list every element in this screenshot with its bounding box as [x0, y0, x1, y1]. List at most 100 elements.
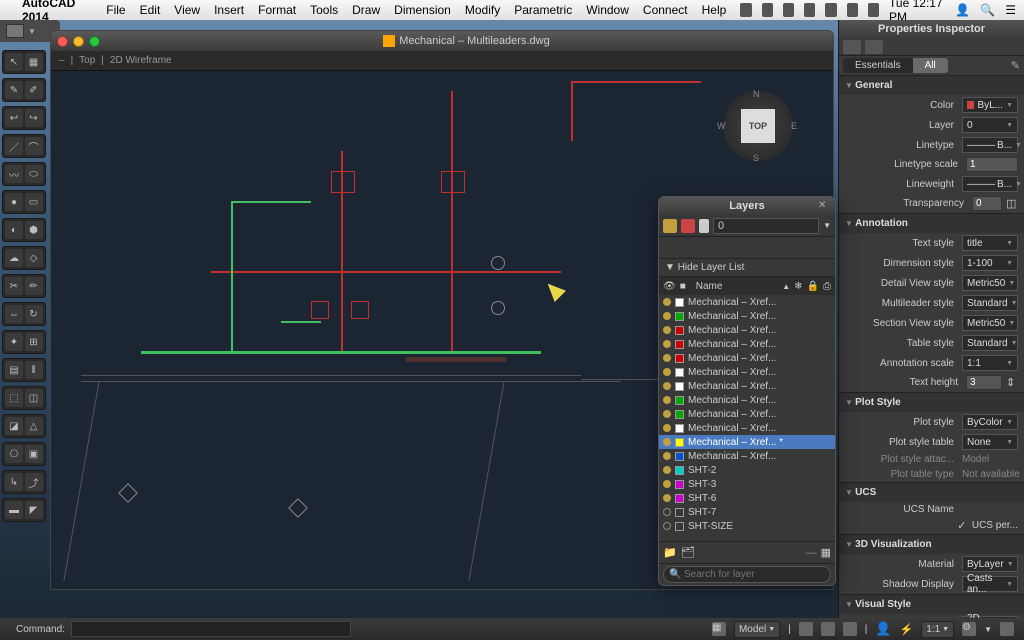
tool-button[interactable]: ↳	[5, 473, 23, 491]
edit-icon[interactable]: ✎	[1011, 59, 1020, 72]
layer-visibility-icon[interactable]	[663, 326, 671, 334]
zoom-icon[interactable]	[89, 36, 100, 47]
tool-button[interactable]: ↻	[25, 305, 43, 323]
menu-help[interactable]: Help	[702, 3, 727, 17]
menuextra-icon[interactable]	[762, 3, 773, 17]
layer-visibility-icon[interactable]	[663, 368, 671, 376]
layer-visibility-icon[interactable]	[663, 340, 671, 348]
linetype-dropdown[interactable]: ——— B...▼	[962, 137, 1018, 153]
layer-visibility-icon[interactable]	[663, 354, 671, 362]
layer-row[interactable]: Mechanical – Xref...	[659, 393, 835, 407]
tool-button[interactable]: ▣	[25, 445, 43, 463]
tool-button[interactable]: ☁	[5, 249, 23, 267]
tool-button[interactable]: ⇔	[5, 305, 23, 323]
annotation-scale[interactable]: 1:1 ▼	[921, 621, 954, 638]
layer-color-swatch[interactable]	[675, 340, 684, 349]
layer-row[interactable]: Mechanical – Xref...	[659, 309, 835, 323]
tool-button[interactable]: ↩	[5, 109, 23, 127]
tool-button[interactable]: ◫	[25, 389, 43, 407]
design-feed-tab-icon[interactable]	[865, 40, 883, 54]
layer-visibility-icon[interactable]	[663, 522, 671, 530]
layer-visibility-icon[interactable]	[663, 382, 671, 390]
layer-row[interactable]: Mechanical – Xref...	[659, 449, 835, 463]
menuextra-icon[interactable]	[825, 3, 836, 17]
close-icon[interactable]	[57, 36, 68, 47]
layer-color-icon[interactable]	[681, 219, 695, 233]
tool-button[interactable]: ●	[5, 193, 23, 211]
menu-tools[interactable]: Tools	[310, 3, 338, 17]
layer-color-swatch[interactable]	[675, 298, 684, 307]
layer-row[interactable]: Mechanical – Xref...	[659, 351, 835, 365]
tool-button[interactable]: ⌒	[25, 137, 43, 155]
menu-edit[interactable]: Edit	[140, 3, 161, 17]
viewcube-face[interactable]: TOP	[741, 109, 775, 143]
layer-visibility-icon[interactable]	[663, 438, 671, 446]
tool-button[interactable]: ⬢	[25, 221, 43, 239]
section-style-dropdown[interactable]: Metric50▼	[962, 315, 1018, 331]
layer-visibility-icon[interactable]	[663, 508, 671, 516]
color-dropdown[interactable]: ByL...▼	[962, 97, 1018, 113]
tool-button[interactable]: ⤴	[25, 473, 43, 491]
tool-button[interactable]: ⬚	[5, 389, 23, 407]
notification-center-icon[interactable]: ☰	[1005, 3, 1016, 17]
layer-color-swatch[interactable]	[675, 354, 684, 363]
layer-settings-icon[interactable]: ▦	[821, 546, 831, 559]
name-header[interactable]: Name	[696, 281, 778, 292]
menu-draw[interactable]: Draw	[352, 3, 380, 17]
layer-row[interactable]: Mechanical – Xref... *	[659, 435, 835, 449]
annotation-autoscale-icon[interactable]: ⚡	[900, 623, 914, 636]
layer-color-swatch[interactable]	[675, 452, 684, 461]
menu-parametric[interactable]: Parametric	[514, 3, 572, 17]
battery-icon[interactable]	[868, 3, 879, 17]
tool-button[interactable]: ✎	[5, 81, 23, 99]
layer-color-swatch[interactable]	[675, 494, 684, 503]
material-dropdown[interactable]: ByLayer▼	[962, 556, 1018, 572]
layer-visibility-icon[interactable]	[663, 396, 671, 404]
layer-color-swatch[interactable]	[675, 508, 684, 517]
layer-color-swatch[interactable]	[675, 522, 684, 531]
menuextra-icon[interactable]	[740, 3, 751, 17]
layer-search-input[interactable]	[663, 566, 831, 583]
layer-row[interactable]: Mechanical – Xref...	[659, 323, 835, 337]
lineweight-dropdown[interactable]: ——— B...▼	[962, 176, 1018, 192]
layer-row[interactable]: SHT-6	[659, 491, 835, 505]
tool-button[interactable]: ✂	[5, 277, 23, 295]
tool-button[interactable]: ／	[5, 137, 23, 155]
detail-style-dropdown[interactable]: Metric50▼	[962, 275, 1018, 291]
spotlight-icon[interactable]: 🔍	[980, 3, 995, 17]
view-cube[interactable]: TOP N E S W	[723, 91, 793, 161]
tool-button[interactable]: ✦	[5, 333, 23, 351]
tool-button[interactable]: ▤	[5, 361, 23, 379]
layer-visibility-icon[interactable]	[663, 410, 671, 418]
tool-button[interactable]: ⫴	[25, 361, 43, 379]
tool-button[interactable]: ◐	[5, 221, 23, 239]
viewport-toolbar[interactable]: – | Top | 2D Wireframe	[51, 51, 833, 71]
lock-header-icon[interactable]: 🔒	[807, 281, 819, 292]
layout-tabs-icon[interactable]: ▦	[712, 622, 726, 636]
tool-button[interactable]: ◪	[5, 417, 23, 435]
layer-visibility-icon[interactable]	[663, 452, 671, 460]
menu-view[interactable]: View	[174, 3, 200, 17]
status-grid-icon[interactable]	[799, 622, 813, 636]
layer-color-swatch[interactable]	[675, 396, 684, 405]
tool-button[interactable]: ◤	[25, 501, 43, 519]
properties-tab-icon[interactable]	[843, 40, 861, 54]
layer-color-swatch[interactable]	[675, 368, 684, 377]
tool-button[interactable]: ⊞	[25, 333, 43, 351]
layer-color-swatch[interactable]	[675, 466, 684, 475]
menu-file[interactable]: File	[106, 3, 125, 17]
tool-button[interactable]: ✐	[25, 81, 43, 99]
layers-column-header[interactable]: 👁 ■ Name ▲ ❄ 🔒 ⎙	[659, 277, 835, 295]
sort-icon[interactable]: ▲	[782, 282, 790, 291]
annotation-visibility-icon[interactable]: 👤	[875, 621, 891, 637]
tool-button[interactable]: ▦	[25, 53, 43, 71]
traffic-lights[interactable]	[57, 36, 100, 47]
menuextra-icon[interactable]	[804, 3, 815, 17]
layer-color-swatch[interactable]	[675, 410, 684, 419]
command-input[interactable]	[71, 621, 351, 637]
plot-header-icon[interactable]: ⎙	[823, 281, 831, 292]
tool-button[interactable]: ▭	[25, 193, 43, 211]
status-tray-icon[interactable]	[1000, 622, 1014, 636]
layer-visibility-icon[interactable]	[663, 494, 671, 502]
layer-list[interactable]: Mechanical – Xref...Mechanical – Xref...…	[659, 295, 835, 541]
